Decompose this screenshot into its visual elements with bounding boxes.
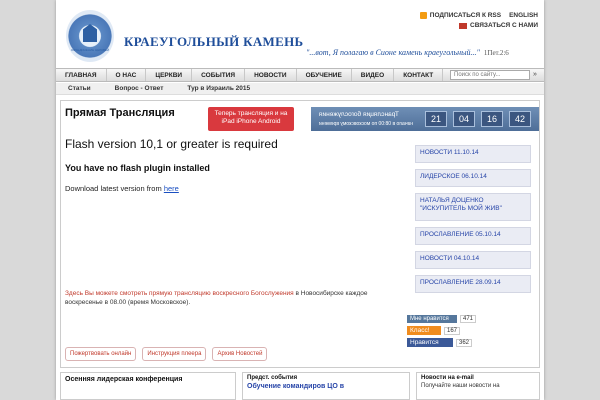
- facebook-like-count: 362: [456, 338, 473, 347]
- email-news-text: Получайте наши новости на: [421, 383, 500, 389]
- church-icon: [83, 24, 97, 42]
- nav-item-training[interactable]: ОБУЧЕНИЕ: [297, 69, 352, 81]
- action-buttons: Пожертвовать онлайн Инструкция плеера Ар…: [65, 347, 268, 361]
- nav-item-events[interactable]: СОБЫТИЯ: [192, 69, 246, 81]
- news-item[interactable]: НАТАЛЬЯ ДОЦЕНКО "ИСКУПИТЕЛЬ МОЙ ЖИВ": [415, 193, 531, 221]
- flash-required-heading: Flash version 10,1 or greater is require…: [65, 137, 278, 151]
- social-buttons: Мне нравится 471 Класс! 167 Нравится 362: [407, 315, 517, 350]
- news-item[interactable]: НОВОСТИ 04.10.14: [415, 251, 531, 269]
- header-quote: "...вот, Я полагаю в Сионе камень краеуг…: [306, 48, 509, 57]
- news-archive-button[interactable]: Архив Новостей: [212, 347, 268, 361]
- upcoming-events-title: Предст. события: [247, 375, 298, 381]
- bottom-section: Осенняя лидерская конференция Предст. со…: [60, 372, 540, 400]
- english-link[interactable]: ENGLISH: [509, 12, 538, 19]
- subnav-item-israel-tour[interactable]: Тур в Израиль 2015: [175, 83, 262, 94]
- rss-link-label: ПОДПИСАТЬСЯ К RSS: [429, 12, 502, 20]
- site-logo[interactable]: ОБЪЕДИНЕНИЕ ЦЕРКВЕЙ: [66, 10, 114, 62]
- quote-text: "...вот, Я полагаю в Сионе камень краеуг…: [306, 48, 480, 57]
- top-links: ПОДПИСАТЬСЯ К RSS ENGLISH СВЯЗАТЬСЯ С НА…: [419, 12, 538, 32]
- rss-icon: [419, 12, 427, 19]
- broadcast-description-highlight[interactable]: Здесь Вы можете смотреть прямую трансляц…: [65, 290, 294, 297]
- countdown-days: 21: [425, 111, 447, 127]
- sub-nav: Статьи Вопрос - Ответ Тур в Израиль 2015: [56, 83, 544, 95]
- vk-like-count: 471: [460, 315, 477, 323]
- donate-online-button[interactable]: Пожертвовать онлайн: [65, 347, 137, 361]
- broadcast-countdown-banner[interactable]: Трансляция богослужения начало в 08:00 п…: [311, 107, 539, 131]
- subnav-item-articles[interactable]: Статьи: [56, 83, 103, 94]
- contact-link-label: СВЯЗАТЬСЯ С НАМИ: [470, 22, 538, 30]
- news-item[interactable]: ЛИДЕРСКОЕ 06.10.14: [415, 169, 531, 187]
- subnav-item-qa[interactable]: Вопрос - Ответ: [103, 83, 176, 94]
- news-item[interactable]: ПРОСЛАВЛЕНИЕ 28.09.14: [415, 275, 531, 293]
- no-plugin-message: You have no flash plugin installed: [65, 163, 210, 173]
- email-news-title: Новости на e-mail: [421, 375, 474, 381]
- site-header: ОБЪЕДИНЕНИЕ ЦЕРКВЕЙ КРАЕУГОЛЬНЫЙ КАМЕНЬ …: [56, 0, 544, 68]
- nav-item-about[interactable]: О НАС: [107, 69, 147, 81]
- live-broadcast-panel: Прямая Трансляция Теперь трансляция и на…: [60, 100, 540, 368]
- logo-subtitle: ОБЪЕДИНЕНИЕ ЦЕРКВЕЙ: [70, 48, 110, 52]
- conference-title[interactable]: Осенняя лидерская конференция: [61, 373, 235, 386]
- download-text: Download latest version from: [65, 184, 162, 193]
- ipad-broadcast-button[interactable]: Теперь трансляция и на iPad iPhone Andro…: [208, 107, 294, 131]
- page-container: ОБЪЕДИНЕНИЕ ЦЕРКВЕЙ КРАЕУГОЛЬНЫЙ КАМЕНЬ …: [56, 0, 544, 400]
- conference-box: Осенняя лидерская конференция: [60, 372, 236, 400]
- upcoming-events-box: Предст. события Обучение командиров ЦО в: [242, 372, 410, 400]
- page-title: Прямая Трансляция: [65, 107, 175, 119]
- search-button[interactable]: »: [530, 70, 540, 80]
- download-link[interactable]: here: [164, 184, 179, 193]
- mail-icon: [459, 22, 468, 29]
- download-message: Download latest version from here: [65, 184, 179, 193]
- nav-item-home[interactable]: ГЛАВНАЯ: [56, 69, 107, 81]
- news-item[interactable]: НОВОСТИ 11.10.14: [415, 145, 531, 163]
- countdown-banner-subtitle: начало в 08:00 по московскому времени: [319, 121, 414, 127]
- ok-class-button[interactable]: Класс!: [407, 326, 441, 335]
- vk-like-button[interactable]: Мне нравится: [407, 315, 457, 323]
- nav-item-news[interactable]: НОВОСТИ: [245, 69, 297, 81]
- player-instructions-button[interactable]: Инструкция плеера: [142, 347, 207, 361]
- facebook-like-button[interactable]: Нравится: [407, 338, 453, 347]
- site-title[interactable]: КРАЕУГОЛЬНЫЙ КАМЕНЬ: [124, 34, 303, 50]
- ok-class-count: 167: [444, 326, 461, 335]
- rss-link[interactable]: ПОДПИСАТЬСЯ К RSS: [419, 12, 502, 20]
- news-list: НОВОСТИ 11.10.14 ЛИДЕРСКОЕ 06.10.14 НАТА…: [415, 145, 531, 299]
- countdown-minutes: 16: [481, 111, 503, 127]
- countdown-hours: 04: [453, 111, 475, 127]
- broadcast-description: Здесь Вы можете смотреть прямую трансляц…: [65, 289, 385, 307]
- search-input[interactable]: Поиск по сайту...: [450, 70, 530, 80]
- countdown-banner-title: Трансляция богослужения: [319, 111, 399, 118]
- nav-item-churches[interactable]: ЦЕРКВИ: [146, 69, 193, 81]
- nav-item-contact[interactable]: КОНТАКТ: [394, 69, 444, 81]
- news-item[interactable]: ПРОСЛАВЛЕНИЕ 05.10.14: [415, 227, 531, 245]
- nav-item-video[interactable]: ВИДЕО: [352, 69, 395, 81]
- contact-link[interactable]: СВЯЗАТЬСЯ С НАМИ: [459, 22, 538, 29]
- quote-reference: 1Пет.2:6: [483, 49, 509, 57]
- upcoming-event-link[interactable]: Обучение командиров ЦО в: [243, 383, 409, 390]
- countdown-seconds: 42: [509, 111, 531, 127]
- email-news-box: Новости на e-mail Получайте наши новости…: [416, 372, 540, 400]
